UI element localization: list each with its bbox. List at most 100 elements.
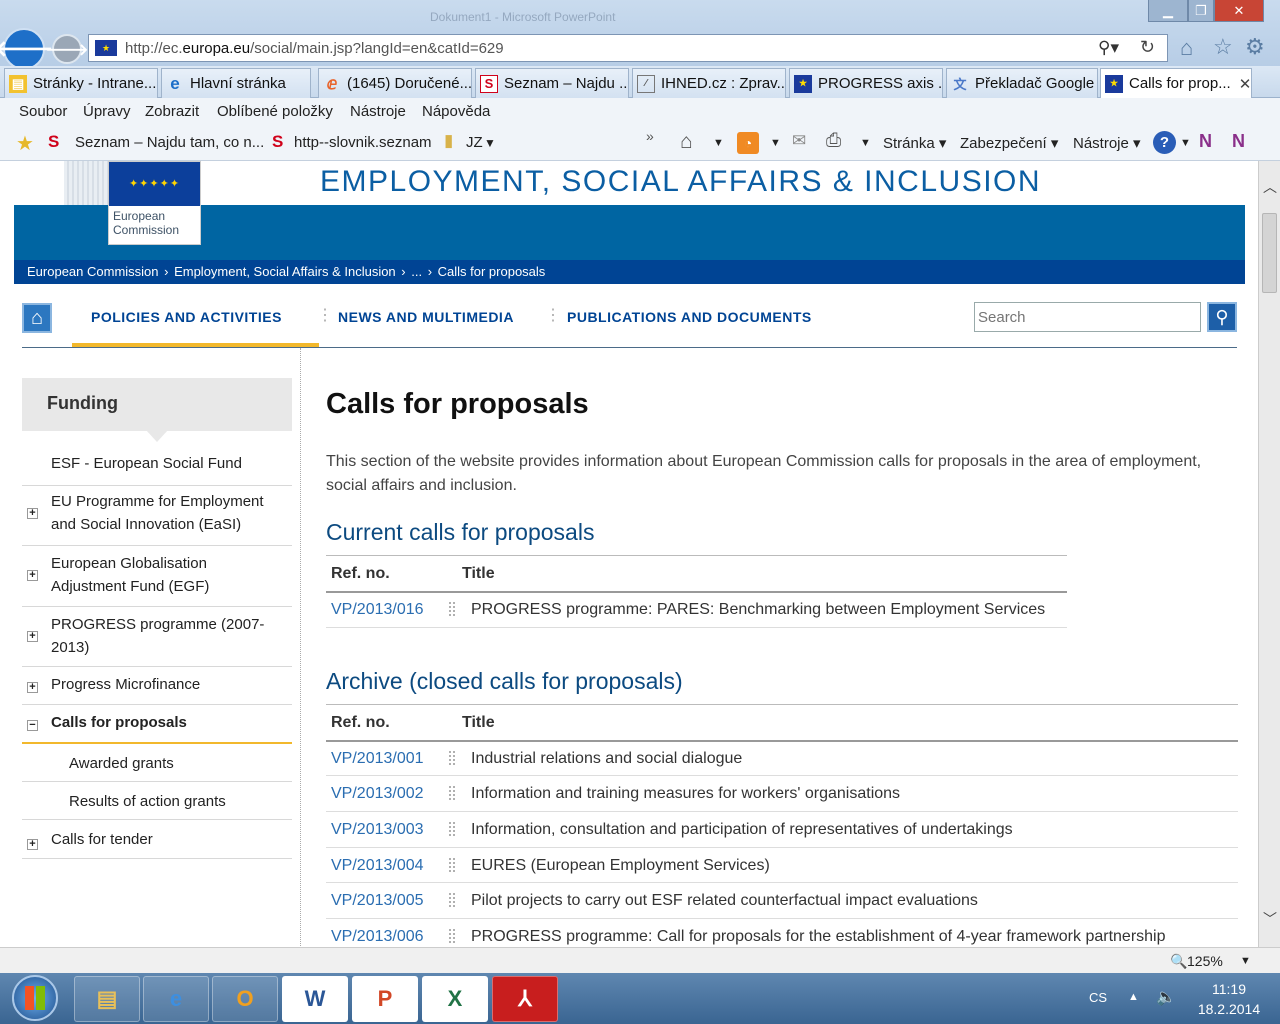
chevron-down-icon[interactable]: ▼ bbox=[1240, 955, 1251, 967]
ec-logo[interactable]: ✦✦✦✦✦ European Commission bbox=[108, 161, 201, 245]
explorer-taskbar-icon[interactable]: ▤ bbox=[74, 976, 140, 1022]
expand-plus-icon[interactable]: + bbox=[27, 631, 38, 642]
ie-taskbar-icon[interactable]: e bbox=[143, 976, 209, 1022]
tab-mail[interactable]: ⅇ (1645) Doručené... bbox=[318, 68, 472, 98]
menu-nastroje[interactable]: Nástroje bbox=[350, 103, 406, 120]
scroll-thumb[interactable] bbox=[1262, 213, 1277, 293]
favorites-add-icon[interactable]: ★ bbox=[16, 131, 34, 156]
sidebar-item-progress[interactable]: + PROGRESS programme (2007-2013) bbox=[22, 607, 292, 667]
sidebar-item-calls-for-proposals[interactable]: − Calls for proposals bbox=[22, 705, 292, 744]
zoom-level[interactable]: 125% bbox=[1187, 953, 1223, 969]
onenote-linked-icon[interactable]: N bbox=[1232, 131, 1245, 152]
page-scrollbar[interactable]: ︿ ﹀ bbox=[1258, 161, 1280, 947]
expand-plus-icon[interactable]: + bbox=[27, 508, 38, 519]
tab-calls-for-proposals[interactable]: ★ Calls for prop... ✕ bbox=[1100, 68, 1252, 98]
ref-link[interactable]: VP/2013/004 bbox=[331, 857, 424, 875]
language-indicator[interactable]: CS bbox=[1089, 990, 1107, 1005]
minimize-button[interactable]: ▁ bbox=[1148, 0, 1188, 22]
sidebar-item-egf[interactable]: + European Globalisation Adjustment Fund … bbox=[22, 546, 292, 607]
search-input[interactable] bbox=[974, 302, 1201, 332]
nav-news[interactable]: NEWS AND MULTIMEDIA bbox=[338, 309, 514, 325]
breadcrumb-item-ec[interactable]: European Commission bbox=[27, 264, 159, 279]
ref-link[interactable]: VP/2013/003 bbox=[331, 821, 424, 839]
ref-link[interactable]: VP/2013/005 bbox=[331, 892, 424, 910]
cmd-nastroje[interactable]: Nástroje ▾ bbox=[1073, 134, 1141, 152]
call-title: Industrial relations and social dialogue bbox=[471, 750, 743, 767]
scroll-up-icon[interactable]: ︿ bbox=[1263, 177, 1277, 197]
nav-publications[interactable]: PUBLICATIONS AND DOCUMENTS bbox=[567, 309, 812, 325]
ref-link[interactable]: VP/2013/002 bbox=[331, 785, 424, 803]
fav-seznam[interactable]: Seznam – Najdu tam, co n... bbox=[75, 134, 264, 151]
site-banner: ✦✦✦✦✦ European Commission EMPLOYMENT, SOC… bbox=[14, 161, 1245, 284]
rss-icon[interactable]: ◔ bbox=[737, 132, 759, 154]
tab-seznam[interactable]: S Seznam – Najdu ... bbox=[475, 68, 629, 98]
chevron-down-icon[interactable]: ▼ bbox=[484, 136, 496, 150]
nav-policies[interactable]: POLICIES AND ACTIVITIES bbox=[91, 309, 282, 325]
expand-plus-icon[interactable]: + bbox=[27, 570, 38, 581]
ref-link[interactable]: VP/2013/016 bbox=[331, 601, 424, 619]
home-icon[interactable]: ⌂ bbox=[1180, 35, 1193, 61]
fav-slovnik[interactable]: http--slovnik.seznam bbox=[294, 134, 432, 151]
address-bar[interactable]: ★ http://ec.europa.eu/social/main.jsp?la… bbox=[88, 34, 1168, 62]
breadcrumb-ellipsis[interactable]: ... bbox=[411, 264, 422, 279]
collapse-minus-icon[interactable]: − bbox=[27, 720, 38, 731]
sidebar-subitem-results[interactable]: Results of action grants bbox=[22, 782, 292, 820]
menu-soubor[interactable]: Soubor bbox=[19, 103, 67, 120]
close-window-button[interactable]: ✕ bbox=[1214, 0, 1264, 22]
outlook-taskbar-icon[interactable]: O bbox=[212, 976, 278, 1022]
search-button[interactable]: ⚲ bbox=[1207, 302, 1237, 332]
onenote-icon[interactable]: N bbox=[1199, 131, 1212, 152]
close-tab-icon[interactable]: ✕ bbox=[1239, 75, 1251, 93]
sidebar-item-easi[interactable]: + EU Programme for Employment and Social … bbox=[22, 486, 292, 546]
home-icon[interactable]: ⌂ bbox=[22, 303, 52, 333]
tab-translate[interactable]: 文 Překladač Google bbox=[946, 68, 1098, 98]
tab-hlavni-stranka[interactable]: e Hlavní stránka bbox=[161, 68, 311, 98]
settings-gear-icon[interactable]: ⚙ bbox=[1245, 34, 1265, 60]
tab-progress-axis[interactable]: ★ PROGRESS axis ... bbox=[789, 68, 943, 98]
maximize-button[interactable]: ❐ bbox=[1188, 0, 1214, 22]
chevron-down-icon[interactable]: ▼ bbox=[1180, 137, 1191, 149]
forward-button[interactable]: 🡒 bbox=[46, 34, 88, 64]
breadcrumb-item-employment[interactable]: Employment, Social Affairs & Inclusion bbox=[174, 264, 396, 279]
acrobat-taskbar-icon[interactable]: ⅄ bbox=[492, 976, 558, 1022]
menu-zobrazit[interactable]: Zobrazit bbox=[145, 103, 199, 120]
chevron-down-icon[interactable]: ▼ bbox=[770, 137, 781, 149]
cmd-stranka[interactable]: Stránka ▾ bbox=[883, 134, 946, 152]
sidebar-subitem-awarded-grants[interactable]: Awarded grants bbox=[22, 744, 292, 782]
fav-jz[interactable]: JZ bbox=[466, 134, 483, 151]
word-taskbar-icon[interactable]: W bbox=[282, 976, 348, 1022]
print-icon[interactable]: ⎙ bbox=[826, 130, 841, 152]
menu-upravy[interactable]: Úpravy bbox=[83, 103, 131, 120]
expand-plus-icon[interactable]: + bbox=[27, 839, 38, 850]
chevron-down-icon[interactable]: ▼ bbox=[860, 137, 871, 149]
tray-expand-icon[interactable]: ▲ bbox=[1128, 991, 1139, 1003]
menu-napoveda[interactable]: Nápověda bbox=[422, 103, 490, 120]
overflow-chevron-icon[interactable]: » bbox=[646, 128, 654, 144]
expand-plus-icon[interactable]: + bbox=[27, 682, 38, 693]
home-icon[interactable]: ⌂ bbox=[680, 130, 693, 154]
drag-grip-icon bbox=[448, 857, 456, 873]
ref-link[interactable]: VP/2013/006 bbox=[331, 928, 424, 946]
refresh-icon[interactable]: ↻ bbox=[1140, 37, 1155, 58]
sidebar-item-esf[interactable]: ESF - European Social Fund bbox=[22, 450, 292, 486]
start-button[interactable] bbox=[12, 975, 58, 1021]
tab-ihned[interactable]: ⁄ IHNED.cz : Zprav... bbox=[632, 68, 786, 98]
menu-oblibene[interactable]: Oblíbené položky bbox=[217, 103, 333, 120]
sidebar-item-calls-for-tender[interactable]: + Calls for tender bbox=[22, 820, 292, 859]
search-icon[interactable]: ⚲▾ bbox=[1098, 38, 1119, 58]
clock[interactable]: 11:19 18.2.2014 bbox=[1190, 981, 1268, 1017]
scroll-down-icon[interactable]: ﹀ bbox=[1263, 909, 1277, 929]
volume-icon[interactable]: 🔈 bbox=[1156, 987, 1176, 1007]
ref-link[interactable]: VP/2013/001 bbox=[331, 750, 424, 768]
excel-taskbar-icon[interactable]: X bbox=[422, 976, 488, 1022]
powerpoint-taskbar-icon[interactable]: P bbox=[352, 976, 418, 1022]
favorites-star-icon[interactable]: ☆ bbox=[1213, 34, 1233, 60]
cmd-zabezpeceni[interactable]: Zabezpečení ▾ bbox=[960, 134, 1058, 152]
mail-icon[interactable]: ✉ bbox=[792, 131, 806, 151]
back-button[interactable]: 🡐 bbox=[0, 28, 54, 70]
archive-heading: Archive (closed calls for proposals) bbox=[326, 668, 683, 694]
tab-intranet[interactable]: ▤ Stránky - Intrane... bbox=[4, 68, 158, 98]
sidebar-item-microfinance[interactable]: + Progress Microfinance bbox=[22, 667, 292, 705]
help-icon[interactable]: ? bbox=[1153, 131, 1176, 154]
chevron-down-icon[interactable]: ▼ bbox=[713, 137, 724, 149]
